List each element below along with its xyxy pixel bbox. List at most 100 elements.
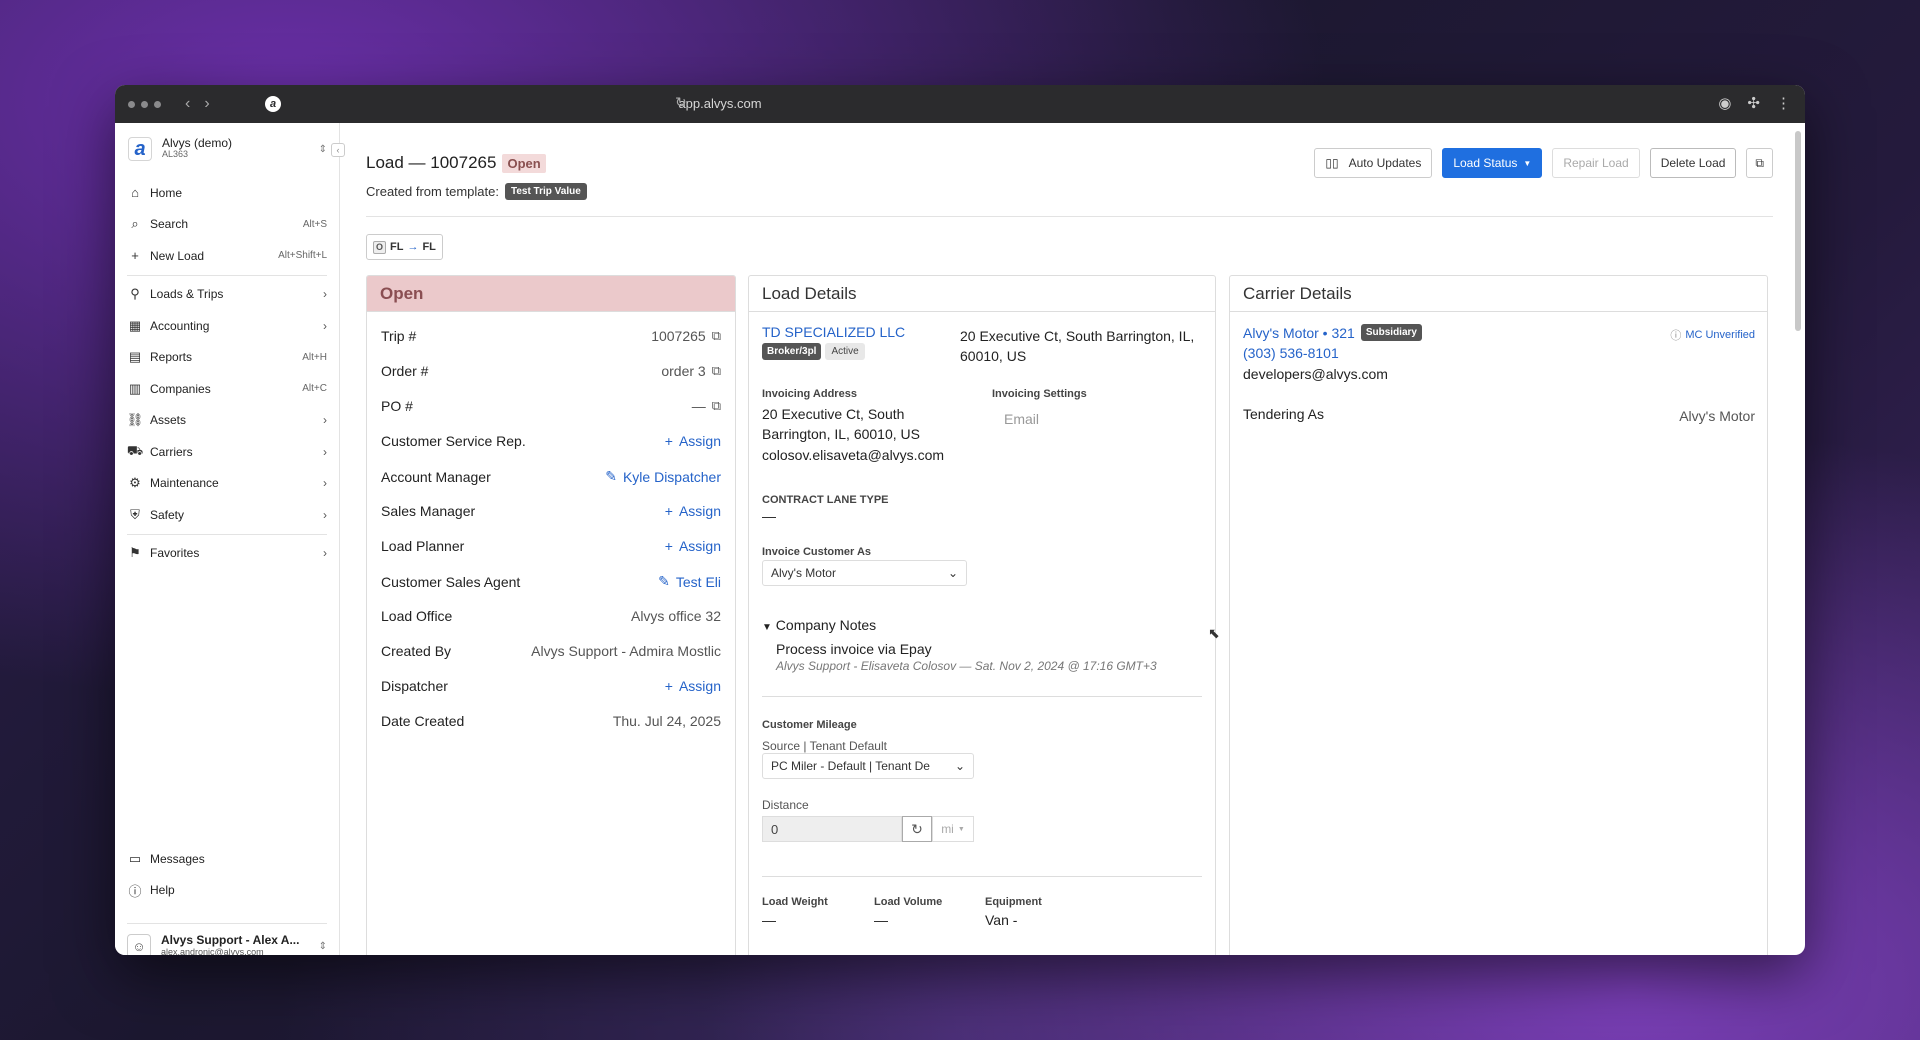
mileage-source-select[interactable]: PC Miler - Default | Tenant De ⌄ — [762, 753, 974, 779]
copy-icon[interactable]: ⧉ — [712, 398, 721, 414]
customer-type-badge: Broker/3pl — [762, 343, 822, 360]
sidebar-item-home[interactable]: ⌂ Home — [127, 177, 327, 209]
sidebar-item-search[interactable]: ⌕ Search Alt+S — [127, 209, 327, 241]
distance-input[interactable]: 0 — [762, 816, 902, 842]
copy-icon[interactable]: ⧉ — [712, 328, 721, 344]
sidebar-item-companies[interactable]: ▥ Companies Alt+C — [127, 373, 327, 405]
carrier-name-link[interactable]: Alvy's Motor • 321 — [1243, 325, 1355, 341]
copy-load-button[interactable]: ⧉ — [1746, 148, 1773, 178]
order-number: order 3 — [661, 363, 706, 379]
row-label: Customer Sales Agent — [381, 573, 521, 590]
assign-csr-button[interactable]: + Assign — [665, 433, 721, 449]
assign-sales-manager-button[interactable]: + Assign — [665, 503, 721, 519]
sidebar-item-label: Maintenance — [150, 476, 219, 491]
search-icon: ⌕ — [131, 216, 139, 232]
carrier-phone[interactable]: (303) 536-8101 — [1243, 345, 1339, 361]
po-number: — — [691, 398, 706, 414]
triangle-down-icon: ▼ — [762, 622, 772, 633]
back-arrow-icon[interactable]: ‹ — [185, 95, 190, 113]
load-volume-label: Load Volume — [874, 896, 943, 908]
row-label: Order # — [381, 363, 429, 379]
user-menu[interactable]: ☺ Alvys Support - Alex A... alex.androni… — [127, 923, 327, 955]
org-name: Alvys (demo) — [162, 136, 233, 150]
forward-arrow-icon[interactable]: › — [204, 95, 209, 113]
window-controls[interactable] — [128, 100, 161, 108]
page-title: Load — 1007265 — [366, 153, 497, 172]
chevron-right-icon: › — [323, 546, 327, 561]
wrench-icon: ⚙ — [129, 475, 141, 491]
row-label: Customer Service Rep. — [381, 433, 526, 449]
invoice-customer-as-select[interactable]: Alvy's Motor ⌄ — [762, 560, 967, 586]
arrow-right-icon: → — [407, 241, 419, 253]
row-created-by: Created By Alvys Support - Admira Mostli… — [381, 643, 721, 659]
sidebar-item-label: Carriers — [150, 444, 193, 459]
sidebar-item-accounting[interactable]: ▦ Accounting › — [127, 310, 327, 342]
caret-down-icon: ▼ — [1523, 158, 1532, 168]
customer-sales-agent-link[interactable]: ✎ Test Eli — [658, 573, 721, 590]
shortcut-hint: Alt+C — [302, 383, 327, 395]
sidebar-item-maintenance[interactable]: ⚙ Maintenance › — [127, 468, 327, 500]
sidebar-item-carriers[interactable]: ⛟ Carriers › — [127, 436, 327, 468]
shield-icon: ⛨ — [130, 506, 140, 522]
source-label: Source | Tenant Default — [762, 739, 887, 753]
invoice-customer-as-label: Invoice Customer As — [762, 546, 872, 558]
status-panel: Open Trip # 1007265 ⧉ Order # order 3 ⧉ PO… — [366, 275, 736, 955]
load-weight-value: — — [762, 912, 776, 928]
mc-status-label: MC Unverified — [1685, 329, 1755, 341]
customer-mileage-label: Customer Mileage — [762, 719, 857, 731]
main-content: Load — 1007265 Open Created from templat… — [340, 123, 1805, 955]
site-favicon-icon: a — [265, 96, 281, 112]
chevron-right-icon: › — [323, 287, 327, 302]
address-bar[interactable]: app.alvys.com — [520, 96, 920, 111]
profile-icon[interactable]: ◉ — [1718, 94, 1731, 112]
page-scrollbar[interactable] — [1795, 131, 1801, 331]
load-weight-label: Load Weight — [762, 896, 828, 908]
assign-dispatcher-button[interactable]: + Assign — [665, 678, 721, 694]
sidebar-item-safety[interactable]: ⛨ Safety › — [127, 499, 327, 531]
row-label: Account Manager — [381, 468, 491, 485]
chevron-updown-icon[interactable]: ⇕ — [319, 941, 327, 952]
sidebar-item-loads-trips[interactable]: ⚲ Loads & Trips › — [127, 279, 327, 311]
sidebar-item-messages[interactable]: ▭ Messages — [127, 843, 327, 875]
org-switcher[interactable]: a Alvys (demo) AL363 ⇕ — [115, 123, 339, 169]
repair-load-button[interactable]: Repair Load — [1552, 148, 1640, 178]
auto-updates-button[interactable]: ▯▯ Auto Updates — [1314, 148, 1433, 178]
route-chip[interactable]: O FL → FL — [366, 234, 443, 260]
copy-icon[interactable]: ⧉ — [712, 363, 721, 379]
sidebar-item-assets[interactable]: ⛓ Assets › — [127, 405, 327, 437]
bookmark-icon: ⚑ — [129, 545, 141, 561]
delete-load-button[interactable]: Delete Load — [1649, 148, 1737, 178]
note-meta: Alvys Support - Elisaveta Colosov — Sat.… — [776, 659, 1157, 673]
sidebar-item-help[interactable]: ⓘ Help — [127, 875, 327, 907]
row-dispatcher: Dispatcher + Assign — [381, 678, 721, 694]
row-label: Trip # — [381, 328, 417, 344]
chevron-updown-icon[interactable]: ⇕ — [319, 144, 327, 155]
row-label: Date Created — [381, 713, 465, 729]
reload-icon[interactable]: ↻ — [675, 94, 687, 111]
plus-icon: + — [664, 678, 673, 694]
sidebar-item-favorites[interactable]: ⚑ Favorites › — [127, 538, 327, 570]
recalculate-icon[interactable]: ↻ — [902, 816, 932, 842]
sidebar-item-new-load[interactable]: + New Load Alt+Shift+L — [127, 240, 327, 272]
shortcut-hint: Alt+H — [302, 351, 327, 363]
assign-label: Assign — [678, 678, 721, 694]
status-panel-title: Open — [367, 276, 735, 312]
extensions-icon[interactable]: ✣ — [1747, 94, 1760, 112]
chevron-right-icon: › — [323, 507, 327, 522]
load-status-button[interactable]: Load Status ▼ — [1442, 148, 1543, 178]
status-badge: Open — [502, 153, 546, 173]
auto-updates-label: Auto Updates — [1348, 156, 1422, 170]
account-manager-link[interactable]: ✎ Kyle Dispatcher — [605, 468, 721, 485]
sidebar-item-reports[interactable]: ▤ Reports Alt+H — [127, 342, 327, 374]
row-customer-sales-agent: Customer Sales Agent ✎ Test Eli — [381, 573, 721, 590]
assign-label: Assign — [678, 538, 721, 554]
account-manager-name: Kyle Dispatcher — [622, 468, 721, 485]
browser-titlebar: ‹ › a app.alvys.com ↻ ◉ ✣ ⋮ — [115, 85, 1805, 123]
contract-lane-label: CONTRACT LANE TYPE — [762, 494, 889, 506]
distance-unit-select[interactable]: mi ▼ — [932, 816, 974, 842]
menu-kebab-icon[interactable]: ⋮ — [1776, 94, 1791, 112]
company-notes-label: Company Notes — [775, 617, 877, 633]
company-notes-toggle[interactable]: ▼ Company Notes — [762, 617, 876, 633]
assign-load-planner-button[interactable]: + Assign — [665, 538, 721, 554]
customer-name-link[interactable]: TD SPECIALIZED LLC — [762, 324, 905, 340]
